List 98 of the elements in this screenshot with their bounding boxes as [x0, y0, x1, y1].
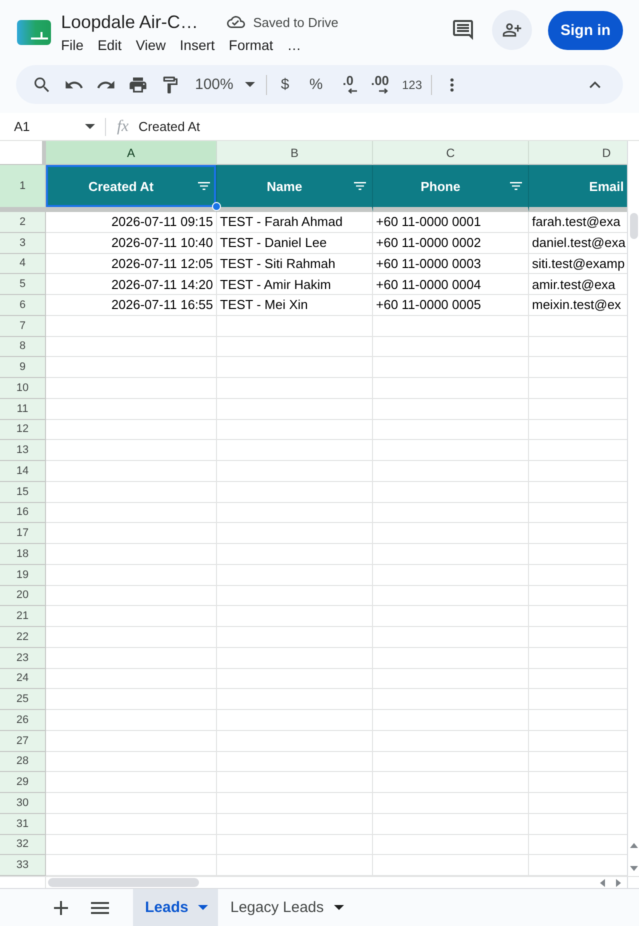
- document-title[interactable]: Loopdale Air-C…: [61, 10, 198, 34]
- row-header[interactable]: 33: [0, 855, 46, 876]
- table-cell: +60 11-0000 0001: [373, 212, 529, 233]
- table-cell: 2026-07-11 14:20: [46, 274, 217, 295]
- row-header[interactable]: 12: [0, 420, 46, 440]
- table-cell: TEST - Daniel Lee: [217, 232, 373, 254]
- row-header[interactable]: 2: [0, 212, 46, 233]
- column-title: Phone: [420, 178, 462, 194]
- sign-in-button[interactable]: Sign in: [548, 10, 623, 50]
- row-header[interactable]: 4: [0, 254, 46, 274]
- row-header[interactable]: 7: [0, 316, 46, 336]
- table-cell: TEST - Siti Rahmah: [217, 254, 373, 274]
- cloud-check-icon: [227, 13, 246, 31]
- row-header[interactable]: 26: [0, 710, 46, 731]
- cell-reference-box[interactable]: A1: [0, 113, 100, 140]
- table-cell: +60 11-0000 0004: [373, 274, 529, 295]
- zoom-select[interactable]: 100%: [188, 70, 260, 98]
- table-cell: TEST - Farah Ahmad: [217, 212, 373, 233]
- column-header[interactable]: B: [217, 141, 373, 165]
- menu-item[interactable]: …: [287, 36, 302, 54]
- row-header[interactable]: 30: [0, 793, 46, 814]
- row-header[interactable]: 19: [0, 564, 46, 586]
- menu-item[interactable]: Format: [228, 36, 274, 54]
- row-header[interactable]: 15: [0, 482, 46, 502]
- print-icon[interactable]: [128, 74, 148, 94]
- table-cell: +60 11-0000 0003: [373, 254, 529, 274]
- caret-icon: [85, 124, 95, 129]
- row-header[interactable]: 32: [0, 834, 46, 856]
- row-header[interactable]: 31: [0, 814, 46, 834]
- menu-item[interactable]: Edit: [98, 36, 122, 54]
- menu-item[interactable]: View: [136, 36, 166, 54]
- currency-format-button[interactable]: $: [280, 76, 290, 94]
- column-header[interactable]: A: [46, 141, 217, 165]
- logo-icon[interactable]: [17, 20, 51, 45]
- selection-handle[interactable]: [212, 202, 221, 211]
- row-header[interactable]: 17: [0, 523, 46, 544]
- save-status: Saved to Drive: [253, 14, 338, 30]
- row-header[interactable]: 21: [0, 606, 46, 627]
- row-header[interactable]: 5: [0, 274, 46, 295]
- sheet-tab[interactable]: Leads: [133, 889, 218, 926]
- menu-item[interactable]: File: [61, 36, 84, 54]
- arrow-left-icon: [348, 88, 356, 94]
- row-header[interactable]: 10: [0, 378, 46, 399]
- scrollbar-thumb[interactable]: [48, 878, 199, 887]
- formula-input[interactable]: Created At: [138, 113, 639, 140]
- sheet-tab[interactable]: Legacy Leads: [218, 889, 354, 926]
- increase-decimal-button[interactable]: .00: [370, 75, 390, 94]
- column-title: Email: [588, 178, 625, 194]
- caret-icon: [245, 82, 256, 87]
- arrow-up-icon[interactable]: [630, 843, 638, 848]
- column-title: Created At: [87, 178, 155, 194]
- menu-item[interactable]: Insert: [180, 36, 215, 54]
- table-cell: +60 11-0000 0005: [373, 295, 529, 316]
- row-header[interactable]: 28: [0, 752, 46, 772]
- arrow-right-icon[interactable]: [616, 878, 621, 886]
- row-header[interactable]: 16: [0, 502, 46, 524]
- table-cell: 2026-07-11 09:15: [46, 212, 217, 233]
- row-header[interactable]: 8: [0, 336, 46, 358]
- row-header[interactable]: 11: [0, 398, 46, 420]
- row-header[interactable]: 27: [0, 730, 46, 752]
- row-header[interactable]: 13: [0, 440, 46, 461]
- number-format-button[interactable]: 123: [402, 76, 422, 94]
- row-header[interactable]: 1: [0, 165, 46, 212]
- table-cell: 2026-07-11 16:55: [46, 295, 217, 316]
- percent-format-button[interactable]: %: [309, 76, 323, 94]
- column-header[interactable]: C: [373, 141, 529, 165]
- vertical-scrollbar[interactable]: [627, 141, 639, 876]
- caret-icon: [334, 905, 344, 910]
- comment-icon[interactable]: [451, 18, 475, 42]
- table-cell: TEST - Amir Hakim: [217, 274, 373, 295]
- row-header[interactable]: 14: [0, 461, 46, 482]
- search-icon[interactable]: [32, 74, 52, 94]
- table-cell: siti.test@examp: [529, 254, 627, 274]
- table-cell: +60 11-0000 0002: [373, 232, 529, 254]
- arrow-left-icon[interactable]: [600, 878, 605, 886]
- column-header[interactable]: D: [529, 141, 627, 165]
- row-header[interactable]: 18: [0, 544, 46, 565]
- caret-icon: [198, 905, 208, 910]
- row-header[interactable]: 3: [0, 232, 46, 254]
- table-cell: TEST - Mei Xin: [217, 295, 373, 316]
- row-header[interactable]: 20: [0, 586, 46, 606]
- row-header[interactable]: 29: [0, 772, 46, 793]
- table-cell: 2026-07-11 10:40: [46, 232, 217, 254]
- fx-label: fx: [117, 118, 129, 136]
- row-header[interactable]: 23: [0, 648, 46, 668]
- scrollbar-thumb[interactable]: [630, 213, 638, 239]
- row-header[interactable]: 24: [0, 668, 46, 690]
- arrow-down-icon[interactable]: [630, 866, 638, 871]
- table-cell: 2026-07-11 12:05: [46, 254, 217, 274]
- row-header[interactable]: 22: [0, 627, 46, 648]
- row-header[interactable]: 6: [0, 295, 46, 316]
- corner-cell[interactable]: [0, 141, 46, 165]
- decrease-decimal-button[interactable]: .0: [340, 75, 356, 94]
- arrow-right-icon: [379, 88, 388, 94]
- row-header[interactable]: 25: [0, 689, 46, 710]
- row-header[interactable]: 9: [0, 357, 46, 378]
- column-title: Name: [266, 178, 304, 194]
- share-button[interactable]: [492, 10, 532, 50]
